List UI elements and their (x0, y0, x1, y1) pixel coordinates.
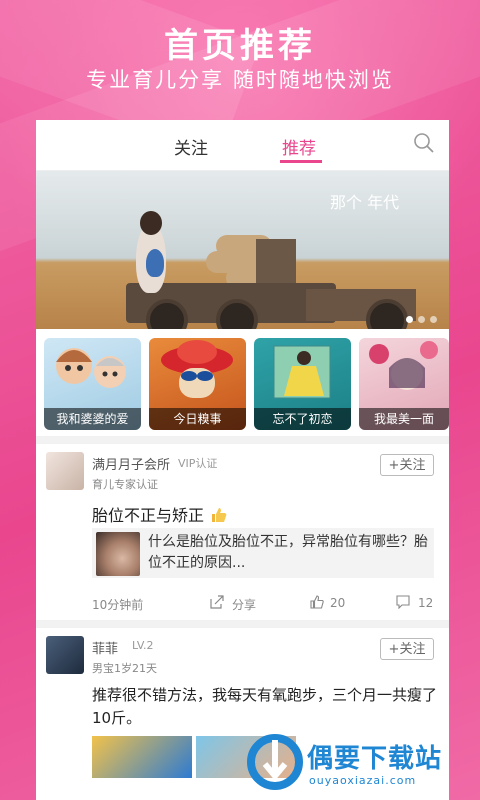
like-icon[interactable] (310, 595, 324, 609)
tab-bar: 关注 推荐 (36, 120, 449, 171)
category-label: 我和婆婆的爱 (44, 408, 141, 430)
pager-dot[interactable] (418, 316, 425, 323)
search-icon[interactable] (413, 132, 435, 154)
watermark-url: ouyaoxiazai.com (309, 774, 417, 787)
category-label: 忘不了初恋 (254, 408, 351, 430)
banner-caption: 那个 年代 (330, 193, 400, 212)
app-screen: 关注 推荐 那个 年代 我和婆婆的爱 今日糗事 忘不了初恋 我最美一面 满月月子… (36, 120, 449, 800)
pager-dot[interactable] (430, 316, 437, 323)
user-subtitle: 男宝1岁21天 (92, 662, 157, 675)
section-divider (36, 620, 449, 628)
post-time: 10分钟前 (92, 598, 144, 612)
category-label: 我最美一面 (359, 408, 449, 430)
follow-button[interactable]: +关注 (380, 638, 434, 660)
tab-recommended[interactable]: 推荐 (282, 134, 316, 159)
section-divider (36, 436, 449, 444)
article-summary: 什么是胎位及胎位不正，异常胎位有哪些？胎位不正的原因... (148, 534, 428, 571)
featured-banner[interactable]: 那个 年代 (36, 171, 449, 329)
post-author[interactable]: 满月月子会所 (92, 454, 170, 473)
avatar[interactable] (46, 636, 84, 674)
site-watermark: 偶要下载站 ouyaoxiazai.com (245, 730, 480, 800)
post-text[interactable]: 推荐很不错方法，我每天有氧跑步，三个月一共瘦了10斤。 (92, 684, 442, 730)
banner-pager (401, 308, 437, 327)
category-card[interactable]: 今日糗事 (149, 338, 246, 430)
share-label[interactable]: 分享 (232, 596, 256, 613)
comment-count[interactable]: 12 (418, 596, 433, 610)
promo-subtitle: 专业育儿分享 随时随地快浏览 (86, 68, 394, 92)
article-thumbnail (96, 532, 140, 576)
avatar[interactable] (46, 452, 84, 490)
feed-post[interactable]: 满月月子会所 VIP认证 育儿专家认证 +关注 胎位不正与矫正 什么是胎位及胎位… (36, 444, 449, 620)
pager-dot[interactable] (406, 316, 413, 323)
user-level: LV.2 (132, 639, 154, 652)
user-badge: VIP认证 (178, 457, 218, 470)
floral-girl-image (369, 341, 438, 390)
watermark-title: 偶要下载站 (307, 744, 443, 774)
watermark-logo-icon (247, 734, 303, 790)
active-tab-indicator (280, 160, 322, 163)
category-label: 今日糗事 (149, 408, 246, 430)
share-icon[interactable] (210, 595, 224, 609)
cartoon-couple-image (56, 348, 126, 388)
follow-button[interactable]: +关注 (380, 454, 434, 476)
like-count[interactable]: 20 (330, 596, 345, 610)
post-title-text: 胎位不正与矫正 (92, 506, 205, 525)
hat-doll-image (161, 340, 233, 398)
article-preview[interactable]: 什么是胎位及胎位不正，异常胎位有哪些？胎位不正的原因... (92, 528, 434, 578)
post-author[interactable]: 菲菲 (92, 638, 118, 657)
user-subtitle: 育儿专家认证 (92, 478, 158, 491)
comment-icon[interactable] (396, 595, 410, 609)
child-figure (146, 249, 164, 277)
category-row: 我和婆婆的爱 今日糗事 忘不了初恋 我最美一面 (36, 338, 449, 436)
post-image[interactable] (92, 736, 192, 778)
mother-head (140, 211, 162, 235)
thumbs-up-icon (212, 508, 227, 522)
tab-following[interactable]: 关注 (174, 134, 208, 159)
girl-illustration-image (273, 345, 331, 399)
category-card[interactable]: 忘不了初恋 (254, 338, 351, 430)
post-title[interactable]: 胎位不正与矫正 (92, 502, 228, 526)
category-card[interactable]: 我最美一面 (359, 338, 449, 430)
promo-title: 首页推荐 (164, 26, 316, 66)
category-card[interactable]: 我和婆婆的爱 (44, 338, 141, 430)
